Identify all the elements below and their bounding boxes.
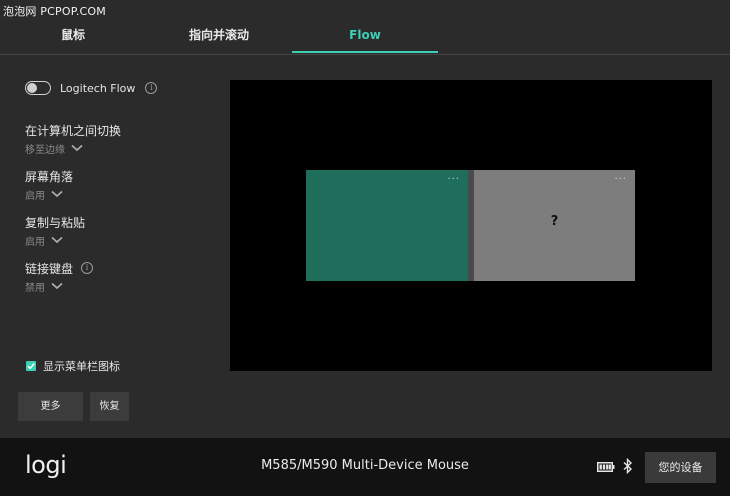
setting-copy-paste: 复制与粘贴 启用 (25, 214, 86, 248)
footer-bar: logi M585/M590 Multi-Device Mouse 您的设备 (0, 438, 730, 496)
setting-title: 复制与粘贴 (25, 215, 86, 230)
setting-screen-corners: 屏幕角落 启用 (25, 168, 74, 202)
flow-preview-area: ··· ··· ? (230, 80, 712, 371)
setting-title: 在计算机之间切换 (25, 123, 122, 138)
setting-link-keyboard: 链接键盘 i 禁用 (25, 260, 94, 294)
show-menubar-icon-row: 显示菜单栏图标 (26, 359, 120, 373)
unknown-computer-mark: ? (550, 214, 559, 229)
show-menubar-icon-label: 显示菜单栏图标 (43, 360, 120, 373)
info-icon[interactable]: i (145, 82, 158, 94)
show-menubar-icon-checkbox[interactable] (26, 361, 36, 371)
toggle-knob (27, 83, 37, 93)
setting-value: 启用 (25, 236, 45, 248)
chevron-down-icon (51, 190, 63, 198)
setting-value: 禁用 (25, 282, 45, 294)
bluetooth-icon (623, 458, 633, 474)
chevron-down-icon (71, 144, 83, 152)
tab-flow[interactable]: Flow (292, 18, 438, 52)
setting-dropdown[interactable]: 移至边缘 (25, 141, 121, 156)
setting-value: 启用 (25, 190, 45, 202)
setting-switch-computers: 在计算机之间切换 移至边缘 (25, 122, 122, 156)
setting-title-text: 链接键盘 (25, 261, 74, 276)
active-tab-indicator (292, 51, 438, 53)
screen-menu-icon[interactable]: ··· (614, 174, 627, 185)
chevron-down-icon (51, 282, 63, 290)
screen-this-computer[interactable]: ··· (306, 170, 468, 281)
setting-dropdown[interactable]: 启用 (25, 233, 85, 248)
checkmark-icon (27, 363, 35, 370)
restore-button[interactable]: 恢复 (90, 392, 129, 421)
logitech-flow-toggle[interactable] (25, 81, 51, 95)
watermark: 泡泡网 PCPOP.COM (3, 5, 106, 18)
tab-mouse[interactable]: 鼠标 (0, 18, 146, 52)
logitech-flow-row: Logitech Flow i (25, 79, 158, 97)
logitech-flow-label: Logitech Flow (60, 81, 136, 95)
your-devices-button[interactable]: 您的设备 (645, 452, 716, 483)
setting-dropdown[interactable]: 禁用 (25, 279, 93, 294)
device-name: M585/M590 Multi-Device Mouse (261, 458, 469, 473)
setting-title: 链接键盘 i (25, 260, 94, 276)
chevron-down-icon (51, 236, 63, 244)
setting-dropdown[interactable]: 启用 (25, 187, 73, 202)
more-button[interactable]: 更多 (18, 392, 83, 421)
setting-value: 移至边缘 (25, 144, 65, 156)
info-icon[interactable]: i (81, 262, 94, 274)
screen-other-computer[interactable]: ··· ? (474, 170, 635, 281)
tab-point-scroll[interactable]: 指向并滚动 (146, 18, 292, 52)
battery-icon (597, 462, 615, 472)
setting-title: 屏幕角落 (25, 169, 74, 184)
screen-menu-icon[interactable]: ··· (447, 174, 460, 185)
tab-bar: 鼠标 指向并滚动 Flow (0, 18, 730, 55)
